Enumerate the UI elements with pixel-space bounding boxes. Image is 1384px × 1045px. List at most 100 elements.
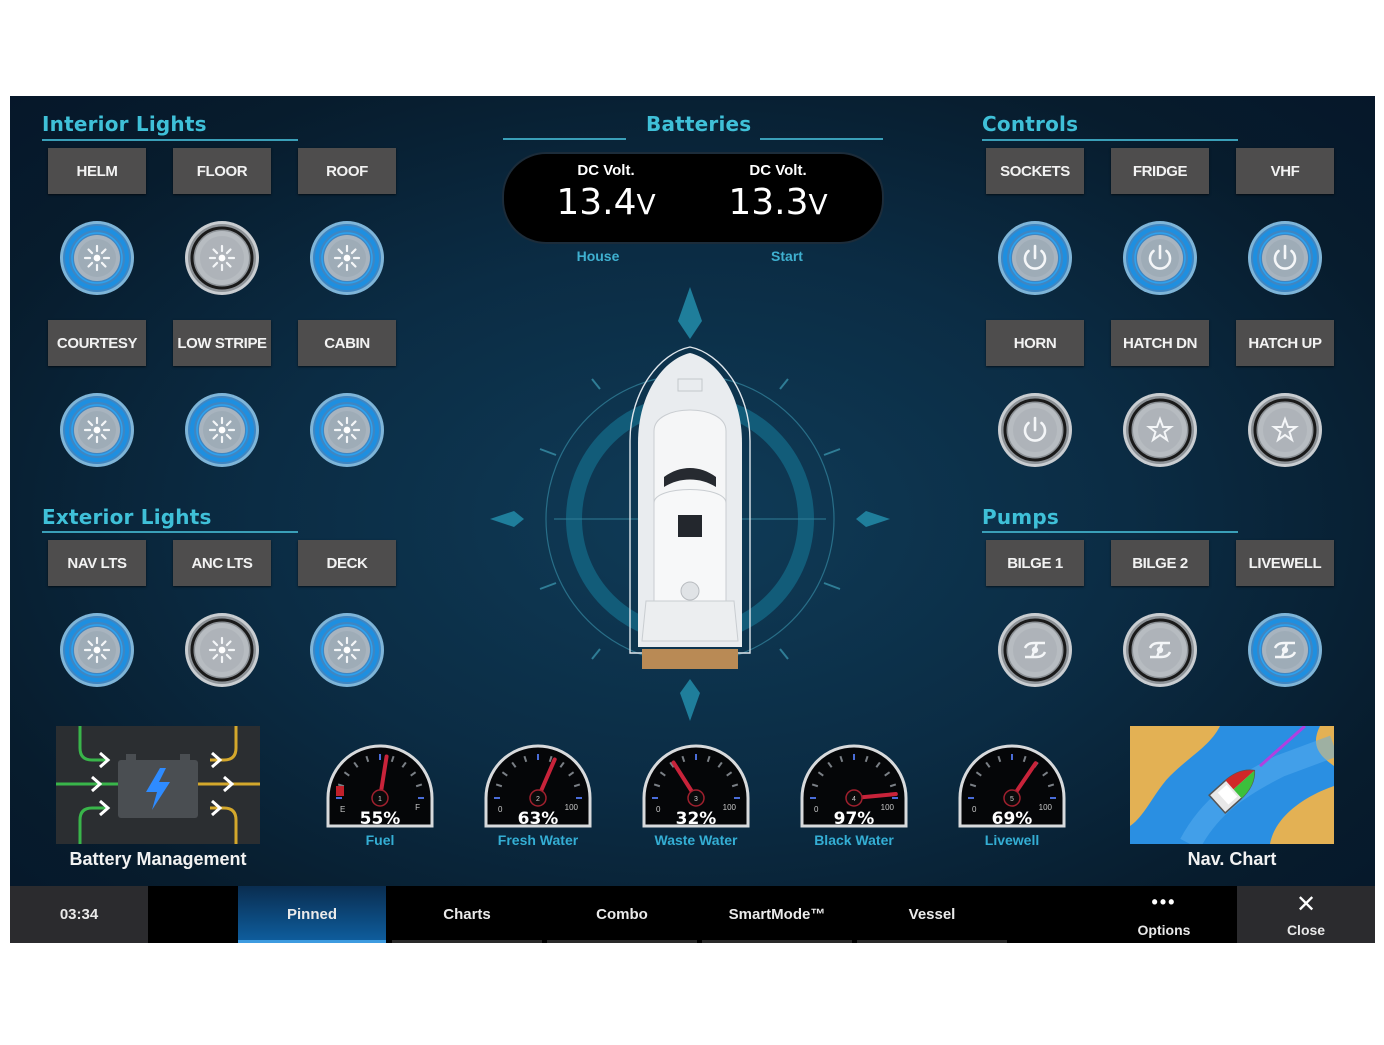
controls-label-vhf[interactable]: VHF [1236, 148, 1334, 194]
tank-gauge-fuel: 1 E F 55% [326, 744, 434, 829]
controls-switch-hatch-dn[interactable] [1122, 392, 1198, 468]
interior_lights-label-roof[interactable]: ROOF [298, 148, 396, 194]
start-battery-caption: DC Volt. [749, 162, 807, 179]
options-label: Options [1137, 922, 1191, 938]
pumps-switch-livewell[interactable] [1247, 612, 1323, 688]
interior-lights-title: Interior Lights [42, 112, 207, 136]
tank-label: Waste Water [654, 832, 738, 848]
controls-label-horn[interactable]: HORN [986, 320, 1084, 366]
interior_lights-label-courtesy[interactable]: COURTESY [48, 320, 146, 366]
house-voltage-unit: V [636, 188, 656, 221]
pumps-switch-bilge-2[interactable] [1122, 612, 1198, 688]
tank-gauge-black-water: 4 0 100 97% [800, 744, 908, 829]
tank-gauge-livewell: 5 0 100 69% [958, 744, 1066, 829]
divider [503, 138, 626, 140]
controls-switch-horn[interactable] [997, 392, 1073, 468]
battery-management-tile[interactable] [56, 726, 260, 844]
gauge-max-label: 100 [881, 803, 895, 812]
light-icon [83, 244, 111, 272]
divider [760, 138, 883, 140]
tab-vessel[interactable]: Vessel [857, 886, 1007, 943]
battery-management-icon [56, 726, 260, 844]
gauge-percent: 97% [834, 809, 875, 829]
nav-chart-tile[interactable] [1130, 726, 1334, 844]
gauge-tank-number: 4 [852, 796, 856, 803]
gauge-percent: 69% [992, 809, 1033, 829]
start-battery-value: 13.3V [698, 182, 858, 223]
gauge-percent: 32% [676, 809, 717, 829]
gauge-min-label: 0 [498, 805, 503, 814]
tab-underline [857, 940, 1007, 943]
pumps-switch-bilge-1[interactable] [997, 612, 1073, 688]
light-icon [208, 244, 236, 272]
interior_lights-switch-courtesy[interactable] [59, 392, 135, 468]
interior_lights-switch-helm[interactable] [59, 220, 135, 296]
gauge-min-label: 0 [972, 805, 977, 814]
tab-underline [547, 940, 697, 943]
more-dots-icon: ••• [1151, 892, 1177, 912]
light-icon [333, 636, 361, 664]
controls-label-fridge[interactable]: FRIDGE [1111, 148, 1209, 194]
pumps-label-bilge-2[interactable]: BILGE 2 [1111, 540, 1209, 586]
light-icon [208, 416, 236, 444]
pumps-label-livewell[interactable]: LIVEWELL [1236, 540, 1334, 586]
exterior_lights-label-deck[interactable]: DECK [298, 540, 396, 586]
tank-gauge-waste-water: 3 0 100 32% [642, 744, 750, 829]
interior_lights-label-helm[interactable]: HELM [48, 148, 146, 194]
batteries-title: Batteries [646, 112, 752, 136]
interior_lights-switch-cabin[interactable] [309, 392, 385, 468]
bottom-navigation-bar: 03:34 Pinned Charts Combo SmartMode™ Vessel … [10, 886, 1375, 943]
divider [42, 531, 298, 533]
close-icon: ✕ [1295, 891, 1317, 918]
interior_lights-label-floor[interactable]: FLOOR [173, 148, 271, 194]
pumps-label-bilge-1[interactable]: BILGE 1 [986, 540, 1084, 586]
light-icon [83, 636, 111, 664]
house-battery-value: 13.4V [526, 182, 686, 223]
nav-chart-label: Nav. Chart [1187, 849, 1277, 869]
gauge-max-label: 100 [723, 803, 737, 812]
start-voltage-unit: V [808, 188, 828, 221]
options-button[interactable]: ••• Options [1112, 886, 1216, 943]
divider [42, 139, 298, 141]
house-battery-caption: DC Volt. [577, 162, 635, 179]
controls-title: Controls [982, 112, 1079, 136]
exterior_lights-label-nav-lts[interactable]: NAV LTS [48, 540, 146, 586]
controls-label-sockets[interactable]: SOCKETS [986, 148, 1084, 194]
tab-label: Pinned [286, 906, 337, 923]
gauge-percent: 63% [518, 809, 559, 829]
interior_lights-label-cabin[interactable]: CABIN [298, 320, 396, 366]
clock: 03:34 [10, 886, 148, 943]
interior_lights-label-low-stripe[interactable]: LOW STRIPE [173, 320, 271, 366]
controls-switch-sockets[interactable] [997, 220, 1073, 296]
exterior_lights-switch-anc-lts[interactable] [184, 612, 260, 688]
interior_lights-switch-floor[interactable] [184, 220, 260, 296]
exterior_lights-switch-deck[interactable] [309, 612, 385, 688]
exterior_lights-switch-nav-lts[interactable] [59, 612, 135, 688]
start-battery-label: Start [771, 248, 803, 264]
gauge-tank-number: 3 [694, 796, 698, 803]
tab-combo[interactable]: Combo [547, 886, 697, 943]
interior_lights-switch-low-stripe[interactable] [184, 392, 260, 468]
vessel-dashboard: Interior Lights Exterior Lights Batterie… [10, 96, 1375, 943]
interior_lights-switch-roof[interactable] [309, 220, 385, 296]
gauge-max-label: 100 [1039, 803, 1053, 812]
house-battery-label: House [576, 248, 620, 264]
controls-label-hatch-up[interactable]: HATCH UP [1236, 320, 1334, 366]
start-voltage: 13.3 [728, 182, 809, 223]
tab-charts[interactable]: Charts [392, 886, 542, 943]
controls-switch-vhf[interactable] [1247, 220, 1323, 296]
tab-smartmode[interactable]: SmartMode™ [702, 886, 852, 943]
tank-label: Fresh Water [497, 832, 579, 848]
gauge-min-label: 0 [814, 805, 819, 814]
tab-pinned[interactable]: Pinned [238, 886, 386, 943]
controls-switch-hatch-up[interactable] [1247, 392, 1323, 468]
tank-label: Livewell [984, 832, 1040, 848]
close-button[interactable]: ✕ Close [1237, 886, 1375, 943]
vessel-compass-graphic [490, 287, 890, 721]
gauge-tank-number: 2 [536, 796, 540, 803]
controls-switch-fridge[interactable] [1122, 220, 1198, 296]
divider [982, 531, 1238, 533]
controls-label-hatch-dn[interactable]: HATCH DN [1111, 320, 1209, 366]
exterior_lights-label-anc-lts[interactable]: ANC LTS [173, 540, 271, 586]
tab-label: Charts [443, 906, 491, 923]
